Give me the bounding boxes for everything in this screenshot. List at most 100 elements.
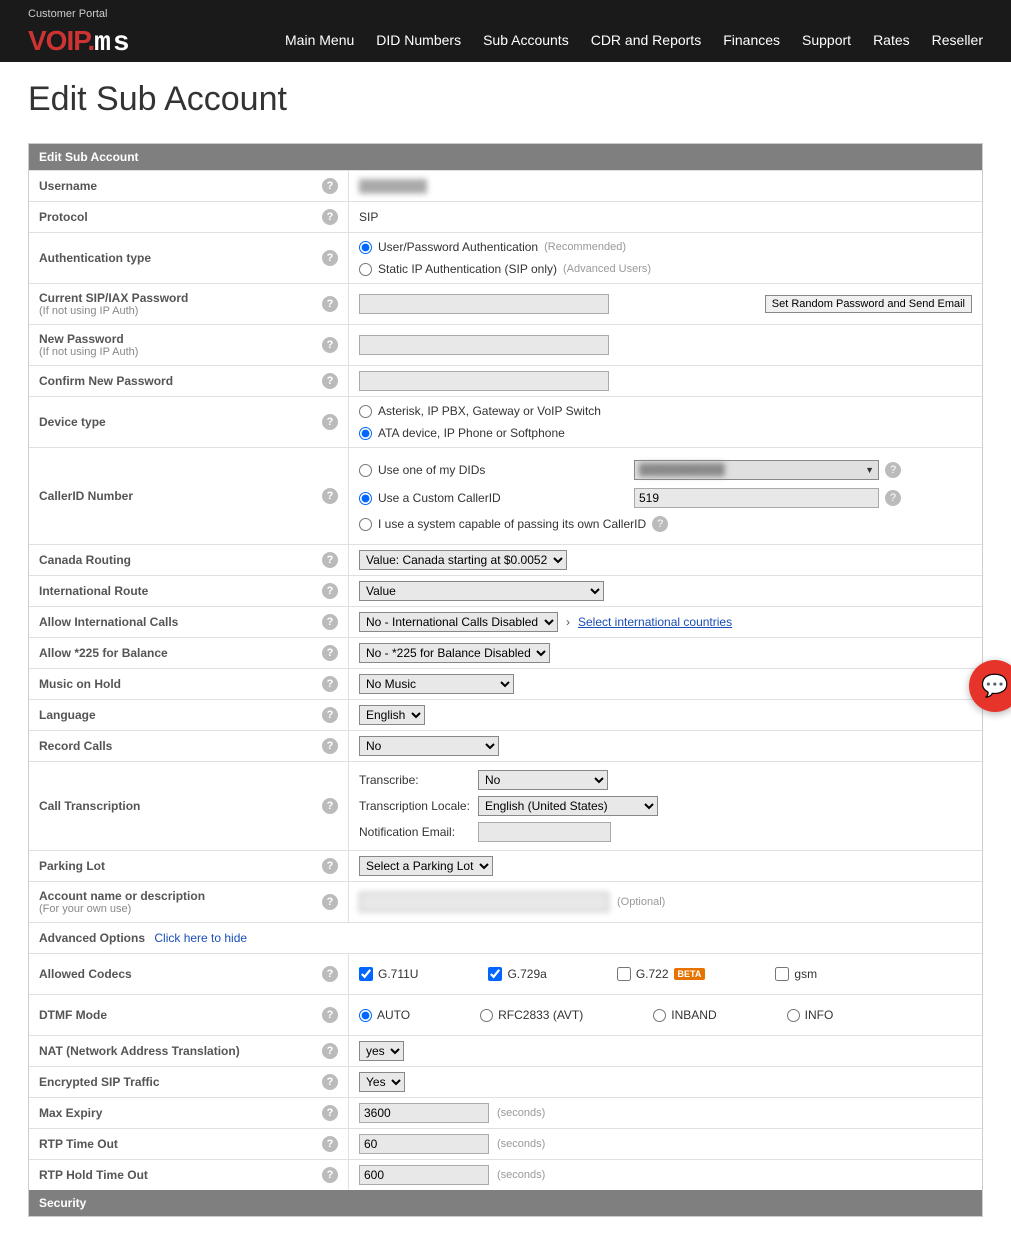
protocol-value: SIP — [359, 210, 378, 224]
input-account-name[interactable] — [359, 892, 609, 912]
checkbox-codec-gsm[interactable] — [775, 967, 789, 981]
help-icon[interactable]: ? — [322, 894, 338, 910]
help-icon[interactable]: ? — [885, 490, 901, 506]
help-icon[interactable]: ? — [322, 966, 338, 982]
help-icon[interactable]: ? — [322, 337, 338, 353]
help-icon[interactable]: ? — [322, 614, 338, 630]
beta-badge: BETA — [674, 968, 706, 980]
input-rtp-timeout[interactable] — [359, 1134, 489, 1154]
label-parking: Parking Lot — [39, 859, 322, 873]
select-record-calls[interactable]: No — [359, 736, 499, 756]
radio-auth-staticip[interactable] — [359, 263, 372, 276]
did-dropdown[interactable]: ███████████▼ — [634, 460, 879, 480]
help-icon[interactable]: ? — [322, 414, 338, 430]
advanced-options-row: Advanced Options Click here to hide — [29, 922, 982, 953]
input-notification-email[interactable] — [478, 822, 611, 842]
radio-device-ata[interactable] — [359, 427, 372, 440]
select-allow-225[interactable]: No - *225 for Balance Disabled — [359, 643, 550, 663]
select-language[interactable]: English — [359, 705, 425, 725]
select-moh[interactable]: No Music — [359, 674, 514, 694]
radio-dtmf-rfc2833[interactable] — [480, 1009, 493, 1022]
select-parking-lot[interactable]: Select a Parking Lot — [359, 856, 493, 876]
help-icon[interactable]: ? — [322, 1074, 338, 1090]
nav-did-numbers[interactable]: DID Numbers — [376, 32, 461, 48]
help-icon[interactable]: ? — [322, 645, 338, 661]
label-language: Language — [39, 708, 322, 722]
help-icon[interactable]: ? — [322, 1136, 338, 1152]
label-intl-route: International Route — [39, 584, 322, 598]
help-icon[interactable]: ? — [322, 250, 338, 266]
help-icon[interactable]: ? — [322, 552, 338, 568]
radio-device-pbx[interactable] — [359, 405, 372, 418]
help-icon[interactable]: ? — [652, 516, 668, 532]
set-random-password-button[interactable]: Set Random Password and Send Email — [765, 295, 972, 313]
help-icon[interactable]: ? — [322, 738, 338, 754]
label-moh: Music on Hold — [39, 677, 322, 691]
help-icon[interactable]: ? — [322, 1007, 338, 1023]
help-icon[interactable]: ? — [322, 488, 338, 504]
label-username: Username — [39, 179, 322, 193]
help-icon[interactable]: ? — [322, 1043, 338, 1059]
label-protocol: Protocol — [39, 210, 322, 224]
select-encrypted-sip[interactable]: Yes — [359, 1072, 405, 1092]
chevron-down-icon: ▼ — [865, 465, 874, 475]
label-dtmf: DTMF Mode — [39, 1008, 322, 1022]
username-value: ████████ — [359, 179, 427, 193]
help-icon[interactable]: ? — [322, 707, 338, 723]
checkbox-codec-g729a[interactable] — [488, 967, 502, 981]
select-canada-routing[interactable]: Value: Canada starting at $0.0052 — [359, 550, 567, 570]
select-transcribe[interactable]: No — [478, 770, 608, 790]
panel-header: Edit Sub Account — [29, 144, 982, 170]
select-nat[interactable]: yes — [359, 1041, 404, 1061]
label-max-expiry: Max Expiry — [39, 1106, 322, 1120]
input-max-expiry[interactable] — [359, 1103, 489, 1123]
nav-finances[interactable]: Finances — [723, 32, 780, 48]
select-allow-intl[interactable]: No - International Calls Disabled — [359, 612, 558, 632]
input-new-password[interactable] — [359, 335, 609, 355]
input-custom-callerid[interactable] — [634, 488, 879, 508]
help-icon[interactable]: ? — [322, 1167, 338, 1183]
radio-callerid-custom[interactable] — [359, 492, 372, 505]
radio-dtmf-auto[interactable] — [359, 1009, 372, 1022]
help-icon[interactable]: ? — [322, 676, 338, 692]
nav-sub-accounts[interactable]: Sub Accounts — [483, 32, 569, 48]
help-icon[interactable]: ? — [885, 462, 901, 478]
radio-dtmf-info[interactable] — [787, 1009, 800, 1022]
page-title: Edit Sub Account — [0, 62, 1011, 143]
help-icon[interactable]: ? — [322, 178, 338, 194]
help-icon[interactable]: ? — [322, 1105, 338, 1121]
nav-reseller[interactable]: Reseller — [932, 32, 983, 48]
input-confirm-password[interactable] — [359, 371, 609, 391]
radio-callerid-did[interactable] — [359, 464, 372, 477]
help-icon[interactable]: ? — [322, 858, 338, 874]
help-icon[interactable]: ? — [322, 583, 338, 599]
label-rtp-timeout: RTP Time Out — [39, 1137, 322, 1151]
nav-support[interactable]: Support — [802, 32, 851, 48]
radio-dtmf-inband[interactable] — [653, 1009, 666, 1022]
nav-cdr-reports[interactable]: CDR and Reports — [591, 32, 702, 48]
advanced-toggle-link[interactable]: Click here to hide — [154, 931, 247, 945]
logo[interactable]: VOIP.ms — [28, 25, 132, 59]
help-icon[interactable]: ? — [322, 373, 338, 389]
label-rtp-hold-timeout: RTP Hold Time Out — [39, 1168, 322, 1182]
link-select-intl-countries[interactable]: Select international countries — [578, 615, 732, 629]
radio-callerid-system[interactable] — [359, 518, 372, 531]
help-icon[interactable]: ? — [322, 296, 338, 312]
portal-label: Customer Portal — [28, 8, 983, 20]
label-allowed-codecs: Allowed Codecs — [39, 967, 322, 981]
help-icon[interactable]: ? — [322, 209, 338, 225]
nav-main-menu[interactable]: Main Menu — [285, 32, 354, 48]
checkbox-codec-g711u[interactable] — [359, 967, 373, 981]
main-nav: Main Menu DID Numbers Sub Accounts CDR a… — [285, 22, 983, 62]
header: Customer Portal VOIP.ms Main Menu DID Nu… — [0, 0, 1011, 62]
select-intl-route[interactable]: Value — [359, 581, 604, 601]
select-transcription-locale[interactable]: English (United States) — [478, 796, 658, 816]
label-canada-routing: Canada Routing — [39, 553, 322, 567]
help-icon[interactable]: ? — [322, 798, 338, 814]
label-device-type: Device type — [39, 415, 322, 429]
nav-rates[interactable]: Rates — [873, 32, 910, 48]
input-current-password[interactable] — [359, 294, 609, 314]
checkbox-codec-g722[interactable] — [617, 967, 631, 981]
input-rtp-hold-timeout[interactable] — [359, 1165, 489, 1185]
radio-auth-userpass[interactable] — [359, 241, 372, 254]
